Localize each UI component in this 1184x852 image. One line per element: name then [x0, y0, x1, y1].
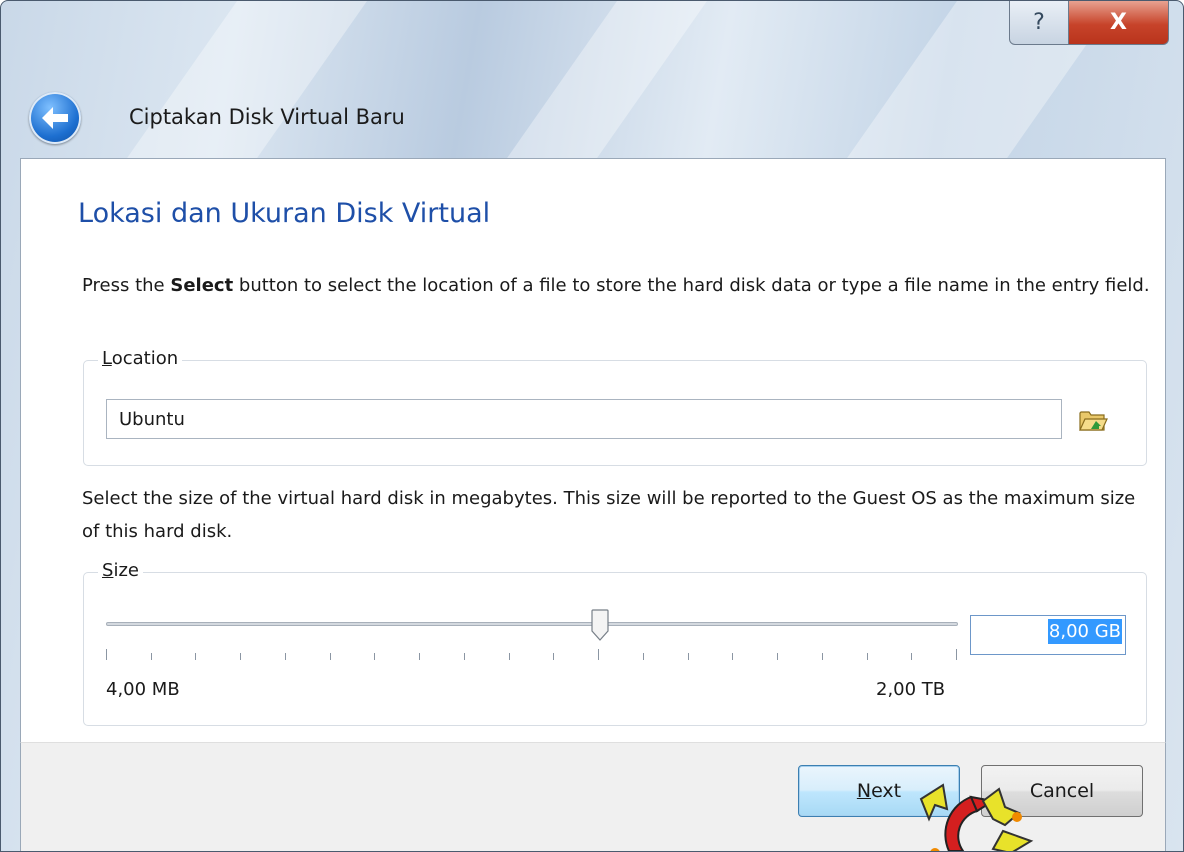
- content-panel: Lokasi dan Ukuran Disk Virtual Press the…: [20, 158, 1166, 743]
- slider-tick: [106, 649, 107, 660]
- slider-tick: [509, 653, 510, 660]
- slider-tick: [867, 653, 868, 660]
- size-min-label: 4,00 MB: [106, 679, 180, 700]
- wizard-window: ? X Ciptakan Disk Virtual Baru Lokasi da…: [0, 0, 1184, 852]
- close-icon: X: [1110, 10, 1127, 35]
- glass-decoration: [124, 1, 368, 161]
- location-desc-prefix: Press the: [82, 275, 171, 296]
- slider-tick: [195, 653, 196, 660]
- slider-tick: [688, 653, 689, 660]
- size-description: Select the size of the virtual hard disk…: [82, 488, 1136, 542]
- slider-tick: [464, 653, 465, 660]
- next-label-rest: ext: [871, 780, 902, 802]
- wizard-title: Ciptakan Disk Virtual Baru: [129, 105, 405, 129]
- slider-tick: [285, 653, 286, 660]
- slider-tick: [598, 649, 599, 660]
- slider-tick: [732, 653, 733, 660]
- size-input[interactable]: 8,00 GB: [970, 615, 1126, 655]
- slider-tick: [777, 653, 778, 660]
- location-group: Location: [83, 348, 1147, 466]
- page-heading: Lokasi dan Ukuran Disk Virtual: [78, 198, 491, 229]
- titlebar-buttons: ? X: [1009, 1, 1169, 45]
- busy-cursor-icon: [919, 783, 1034, 851]
- slider-tick: [419, 653, 420, 660]
- close-button[interactable]: X: [1069, 1, 1169, 45]
- next-mnemonic: N: [856, 780, 872, 802]
- size-legend-rest: ize: [113, 560, 139, 581]
- slider-tick: [330, 653, 331, 660]
- slider-tick: [374, 653, 375, 660]
- size-group: Size 4,00 MB 2,00 TB 8,00 GB: [83, 560, 1147, 726]
- slider-tick: [822, 653, 823, 660]
- size-slider-track[interactable]: [106, 622, 958, 626]
- size-input-value: 8,00 GB: [1047, 619, 1122, 644]
- size-slider-thumb[interactable]: [591, 609, 609, 641]
- slider-tick: [240, 653, 241, 660]
- location-legend-rest: ocation: [111, 348, 179, 369]
- location-desc-bold: Select: [170, 275, 234, 296]
- location-input[interactable]: [106, 399, 1062, 439]
- back-arrow-icon: [42, 107, 68, 129]
- slider-tick: [911, 653, 912, 660]
- glass-decoration: [504, 1, 708, 161]
- slider-tick: [151, 653, 152, 660]
- back-button[interactable]: [29, 92, 81, 144]
- location-desc-suffix: button to select the location of a file …: [233, 275, 1150, 296]
- size-max-label: 2,00 TB: [876, 679, 946, 700]
- location-legend: Location: [98, 348, 183, 369]
- size-legend-mnemonic: S: [102, 560, 114, 581]
- help-button[interactable]: ?: [1009, 1, 1069, 45]
- folder-open-icon: [1079, 411, 1108, 431]
- slider-tick: [643, 653, 644, 660]
- select-location-button[interactable]: [1076, 403, 1110, 437]
- slider-tick: [553, 653, 554, 660]
- slider-tick: [956, 649, 957, 660]
- location-description: Press the Select button to select the lo…: [82, 269, 1152, 302]
- location-legend-mnemonic: L: [102, 348, 112, 369]
- help-icon: ?: [1033, 10, 1045, 35]
- size-legend: Size: [98, 560, 143, 581]
